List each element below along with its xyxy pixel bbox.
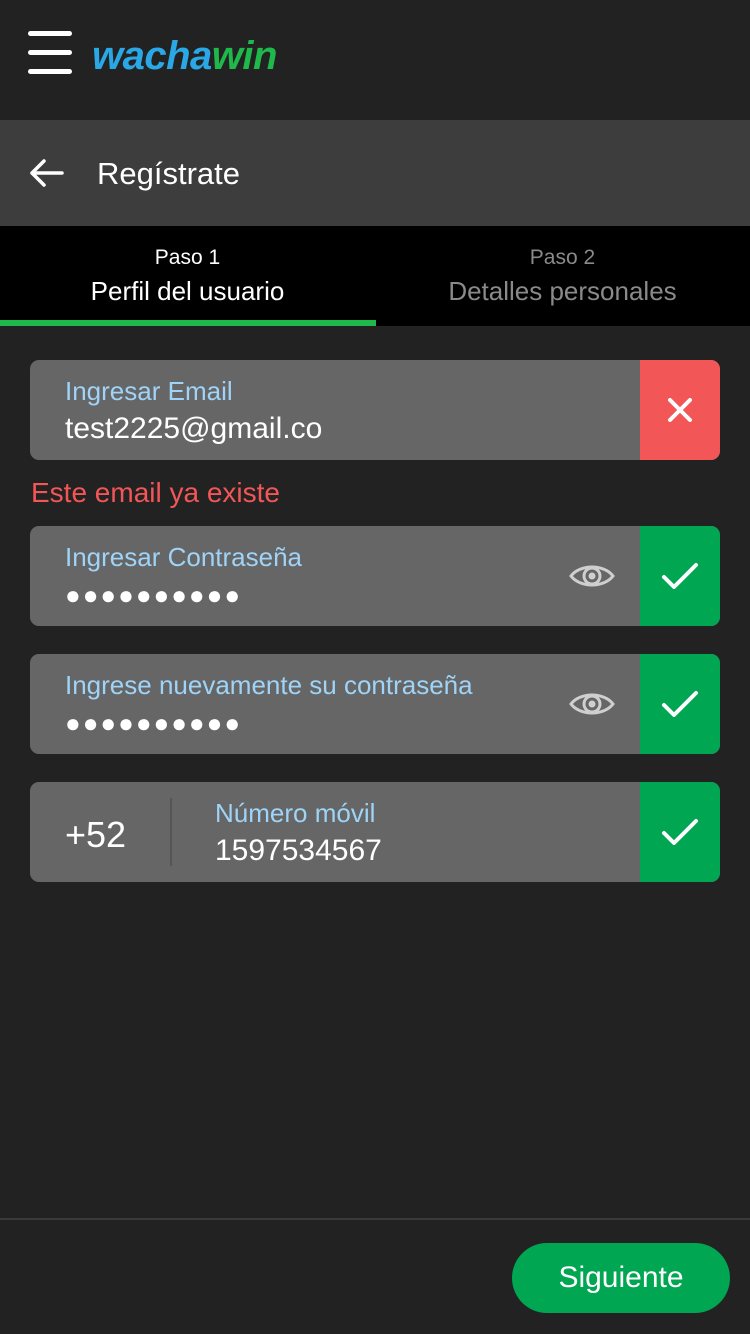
eye-icon[interactable] [568, 558, 616, 594]
back-arrow-icon[interactable] [26, 153, 66, 193]
phone-divider [170, 798, 172, 866]
step-number: Paso 2 [529, 246, 596, 269]
close-icon [668, 398, 692, 422]
password-label: Ingresar Contraseña [65, 542, 303, 572]
menu-icon[interactable] [28, 31, 72, 75]
email-error-message: Este email ya existe [31, 477, 280, 508]
check-icon [662, 563, 698, 589]
step-tabs: Paso 1 Perfil del usuario Paso 2 Detalle… [0, 226, 750, 326]
email-error-status[interactable] [640, 360, 720, 460]
step-number: Paso 1 [154, 246, 221, 269]
confirm-password-field[interactable]: Ingrese nuevamente su contraseña ●●●●●●●… [30, 654, 720, 754]
logo-part-2: win [211, 34, 278, 78]
phone-label: Número móvil [215, 798, 376, 828]
check-icon [662, 691, 698, 717]
footer-divider [0, 1218, 750, 1220]
logo-part-1: wacha [92, 34, 212, 78]
phone-valid-status [640, 782, 720, 882]
next-button[interactable]: Siguiente [512, 1243, 730, 1313]
confirm-password-valid-status [640, 654, 720, 754]
check-icon [662, 819, 698, 845]
eye-icon[interactable] [568, 686, 616, 722]
tab-step-1[interactable]: Paso 1 Perfil del usuario [0, 226, 375, 326]
password-input[interactable]: ●●●●●●●●●● [65, 580, 242, 611]
password-valid-status [640, 526, 720, 626]
tab-step-2[interactable]: Paso 2 Detalles personales [375, 226, 750, 326]
page-header: Regístrate [0, 120, 750, 226]
app-root: wachawin Regístrate Paso 1 Perfil del us… [0, 0, 750, 1334]
phone-field[interactable]: +52 Número móvil 1597534567 [30, 782, 720, 882]
step-label: Perfil del usuario [90, 276, 285, 306]
confirm-password-label: Ingrese nuevamente su contraseña [65, 670, 473, 700]
top-bar: wachawin [0, 0, 750, 120]
country-code-selector[interactable]: +52 [65, 814, 126, 856]
page-title: Regístrate [97, 156, 241, 191]
menu-icon-line [28, 31, 72, 36]
menu-icon-line [28, 50, 72, 55]
menu-icon-line [28, 69, 72, 74]
email-input[interactable]: test2225@gmail.co [65, 412, 322, 446]
email-label: Ingresar Email [65, 376, 233, 406]
password-field[interactable]: Ingresar Contraseña ●●●●●●●●●● [30, 526, 720, 626]
phone-input[interactable]: 1597534567 [215, 834, 382, 868]
step-label: Detalles personales [448, 276, 677, 306]
active-step-indicator [0, 320, 376, 326]
logo[interactable]: wachawin [92, 34, 277, 79]
email-field[interactable]: Ingresar Email test2225@gmail.co [30, 360, 720, 460]
confirm-password-input[interactable]: ●●●●●●●●●● [65, 708, 242, 739]
